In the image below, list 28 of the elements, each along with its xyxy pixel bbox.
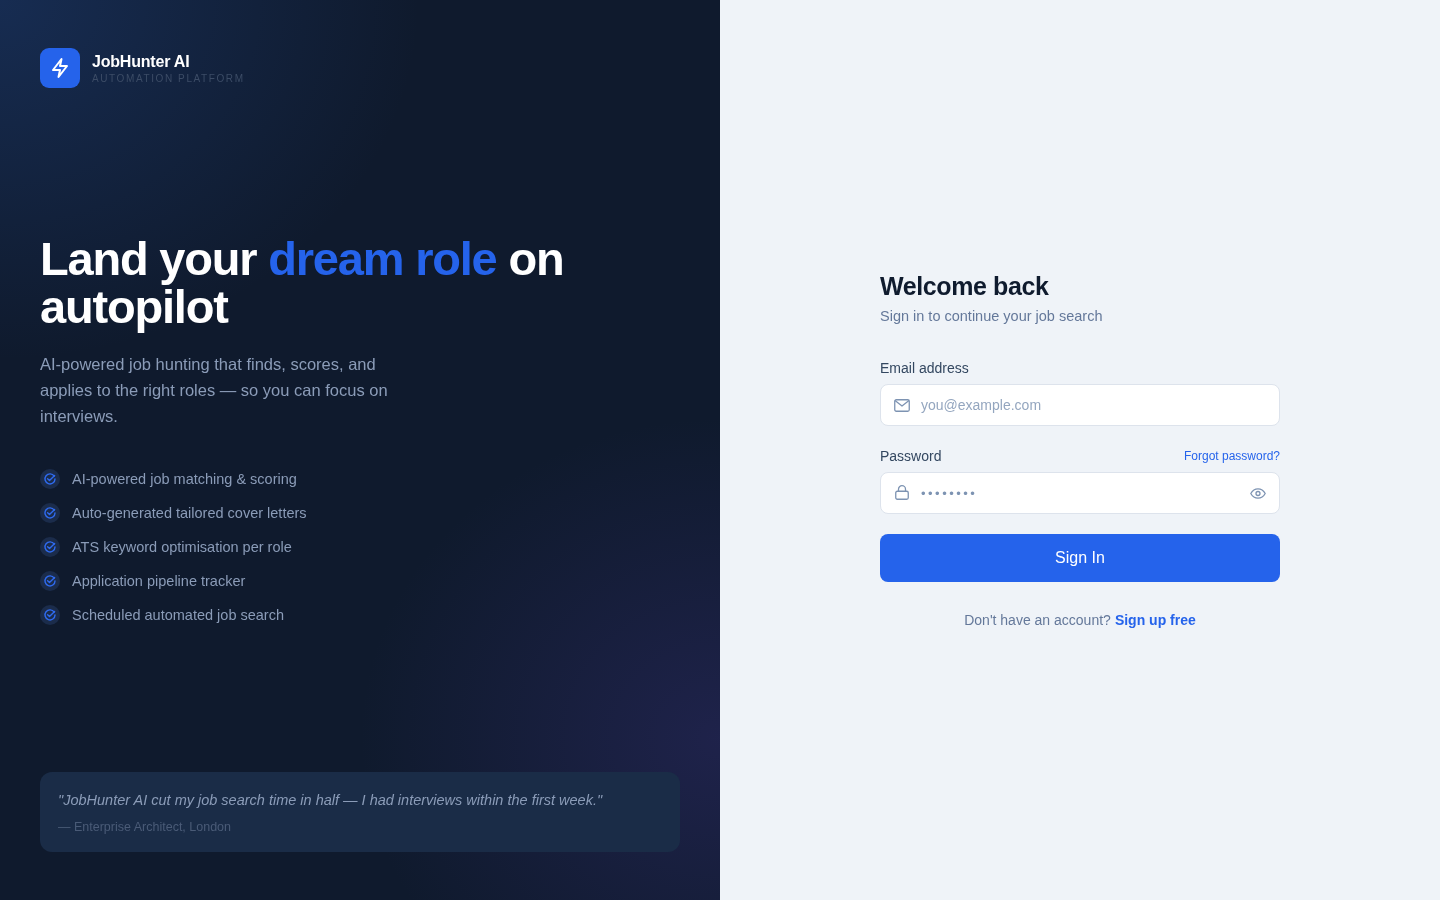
- feature-text: Application pipeline tracker: [72, 572, 246, 591]
- lightning-logo-icon: [40, 48, 80, 88]
- check-circle-icon: [40, 571, 60, 591]
- field-label: Password: [880, 447, 942, 466]
- signup-prompt: Don't have an account?: [964, 611, 1111, 630]
- form-title: Welcome back: [880, 271, 1050, 302]
- email-input[interactable]: you@example.com: [880, 384, 1280, 426]
- signup-link[interactable]: Sign up free: [1114, 610, 1196, 630]
- mail-icon: [894, 399, 910, 412]
- form-subtitle: Sign in to continue your job search: [880, 307, 1104, 326]
- feature-text: ATS keyword optimisation per role: [72, 538, 292, 557]
- password-input[interactable]: ••••••••: [880, 472, 1280, 514]
- check-circle-icon: [40, 537, 60, 557]
- field-label: Email address: [880, 359, 969, 378]
- eye-icon[interactable]: [1250, 487, 1266, 499]
- check-circle-icon: [40, 605, 60, 625]
- headline: Land your dream role on autopilot: [40, 235, 565, 331]
- brand-name: JobHunter AI: [92, 51, 191, 72]
- forgot-password-link[interactable]: Forgot password?: [1183, 448, 1280, 464]
- feature-text: Auto-generated tailored cover letters: [72, 504, 307, 523]
- check-circle-icon: [40, 469, 60, 489]
- sign-in-button[interactable]: Sign In: [880, 534, 1280, 582]
- check-circle-icon: [40, 503, 60, 523]
- lock-icon: [895, 485, 909, 500]
- feature-text: Scheduled automated job search: [72, 606, 284, 625]
- hero-description: AI-powered job hunting that finds, scores, and applies to the right roles — so you can focus on interviews.: [40, 354, 389, 427]
- testimonial-quote: "JobHunter AI cut my job search time in half — I had interviews within the first week.": [58, 791, 604, 810]
- feature-text: AI-powered job matching & scoring: [72, 470, 297, 489]
